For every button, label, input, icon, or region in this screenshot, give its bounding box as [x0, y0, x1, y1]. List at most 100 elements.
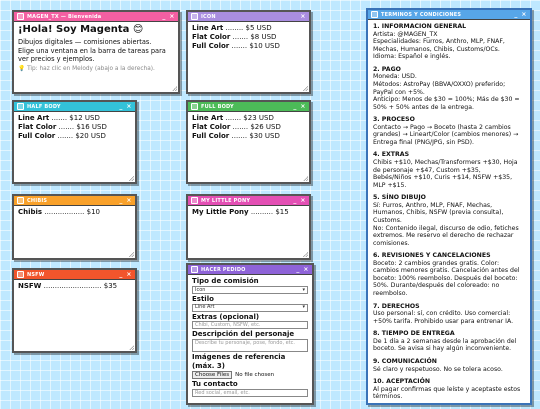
- half-body-window[interactable]: HALF BODY _ × Line Art ....... $12 USD Fl…: [12, 100, 137, 184]
- price-row: Flat Color ....... $8 USD: [192, 32, 277, 41]
- chevron-down-icon: ▾: [302, 286, 305, 293]
- price-row: Full Color ....... $20 USD: [18, 131, 106, 140]
- price-row: Line Art ........ $5 USD: [192, 24, 272, 32]
- minimize-icon[interactable]: _: [118, 197, 124, 204]
- icon-window[interactable]: ICON × Line Art ........ $5 USD Flat Col…: [186, 10, 311, 94]
- description-textarea[interactable]: Describe tu personaje, pose, fondo, etc.: [192, 339, 308, 352]
- window-title: HACER PEDIDO: [201, 266, 246, 273]
- refs-label: Imágenes de referencia (máx. 3): [192, 353, 286, 370]
- extras-input[interactable]: Chibi, Custom, NSFW, etc.: [192, 321, 308, 330]
- minimize-icon[interactable]: _: [292, 103, 298, 110]
- chibis-window[interactable]: CHIBIS _ × Chibis .................. $10: [12, 194, 137, 260]
- price-row: Line Art ....... $12 USD: [18, 114, 100, 122]
- order-window[interactable]: HACER PEDIDO _ × Tipo de comisión Icon ▾ E…: [186, 263, 314, 405]
- full-body-window[interactable]: FULL BODY _ × Line Art ....... $23 USD Fl…: [186, 100, 311, 184]
- choose-files-button[interactable]: Choose Files: [192, 370, 233, 380]
- terms-section: 5. SÍNO DIBUJO Sí: Furros, Anthro, MLP, F…: [373, 194, 519, 247]
- minimize-icon[interactable]: _: [118, 103, 124, 110]
- minimize-icon[interactable]: _: [161, 13, 167, 20]
- chevron-down-icon: ▾: [302, 304, 305, 311]
- resize-handle[interactable]: [129, 176, 134, 181]
- terms-window[interactable]: TÉRMINOS Y CONDICIONES _ × 1. INFORMACION…: [366, 8, 532, 405]
- window-title: MAGEN_TX — Bienvenida: [27, 13, 102, 20]
- full-body-titlebar[interactable]: FULL BODY _ ×: [188, 102, 309, 112]
- price-row: Chibis .................. $10: [18, 208, 101, 216]
- close-icon[interactable]: ×: [126, 271, 132, 278]
- terms-section: 10. ACEPTACIÓN Al pagar confirmas que leí…: [373, 378, 521, 401]
- contact-label: Tu contacto: [192, 380, 238, 389]
- welcome-tip: 💡 Tip: haz clic en Melody (abajo a la de…: [18, 66, 155, 73]
- price-row: Line Art ....... $23 USD: [192, 114, 274, 122]
- half-body-titlebar[interactable]: HALF BODY _ ×: [14, 102, 135, 112]
- icon-titlebar[interactable]: ICON ×: [188, 12, 309, 22]
- resize-handle[interactable]: [172, 86, 177, 91]
- minimize-icon[interactable]: _: [513, 11, 519, 18]
- extras-label: Extras (opcional): [192, 312, 260, 321]
- close-icon[interactable]: ×: [300, 103, 306, 110]
- close-icon[interactable]: ×: [521, 11, 527, 18]
- terms-titlebar[interactable]: TÉRMINOS Y CONDICIONES _ ×: [368, 10, 530, 20]
- welcome-window[interactable]: MAGEN_TX — Bienvenida _ × ¡Hola! Soy Mage…: [12, 10, 180, 94]
- window-icon: [17, 13, 24, 20]
- window-title: MY LITTLE PONY: [201, 197, 251, 204]
- style-label: Estilo: [192, 294, 214, 303]
- resize-handle[interactable]: [303, 252, 308, 257]
- price-row: Full Color ....... $10 USD: [192, 41, 280, 50]
- terms-section: 7. DERECHOS Uso personal: sí, con crédito…: [373, 302, 514, 325]
- window-icon: [191, 13, 198, 20]
- window-icon: [371, 11, 378, 18]
- minimize-icon[interactable]: _: [292, 197, 298, 204]
- close-icon[interactable]: ×: [303, 266, 309, 273]
- type-select[interactable]: Icon ▾: [192, 285, 308, 294]
- contact-input[interactable]: Red social, email, etc.: [192, 389, 308, 398]
- order-titlebar[interactable]: HACER PEDIDO _ ×: [188, 265, 312, 275]
- terms-section: 1. INFORMACION GENERAL Artista: @MAGEN_TX…: [373, 23, 505, 61]
- window-title: HALF BODY: [27, 103, 61, 110]
- window-icon: [17, 271, 24, 278]
- minimize-icon[interactable]: _: [118, 271, 124, 278]
- mlp-window[interactable]: MY LITTLE PONY _ × My Little Pony .......…: [186, 194, 311, 260]
- close-icon[interactable]: ×: [169, 13, 175, 20]
- terms-section: 8. TIEMPO DE ENTREGA De 1 día a 2 semanas…: [373, 330, 517, 353]
- smile-emoji-icon: 😊: [132, 24, 144, 35]
- welcome-line-1: Dibujos digitales — comisiones abiertas.: [18, 37, 152, 46]
- nsfw-titlebar[interactable]: NSFW _ ×: [14, 270, 135, 280]
- style-select[interactable]: Line Art ▾: [192, 303, 308, 312]
- price-row: My Little Pony .......... $15: [192, 208, 289, 216]
- close-icon[interactable]: ×: [300, 197, 306, 204]
- chibis-titlebar[interactable]: CHIBIS _ ×: [14, 196, 135, 206]
- description-label: Descripción del personaje: [192, 330, 295, 339]
- window-icon: [17, 103, 24, 110]
- close-icon[interactable]: ×: [300, 13, 306, 20]
- terms-content[interactable]: 1. INFORMACION GENERAL Artista: @MAGEN_TX…: [368, 20, 530, 409]
- file-input[interactable]: Choose Files No file chosen: [192, 370, 308, 380]
- price-row: NSFW .......................... $35: [18, 282, 118, 290]
- resize-handle[interactable]: [129, 345, 134, 350]
- price-row: Flat Color ....... $16 USD: [18, 122, 107, 131]
- price-row: Flat Color ....... $26 USD: [192, 122, 281, 131]
- window-icon: [17, 197, 24, 204]
- minimize-icon[interactable]: _: [295, 266, 301, 273]
- window-icon: [191, 197, 198, 204]
- window-icon: [191, 103, 198, 110]
- terms-section: 6. REVISIONES Y CANCELACIONES Boceto: 2 c…: [373, 252, 520, 297]
- window-title: CHIBIS: [27, 197, 48, 204]
- terms-section: 2. PAGO Moneda: USD. Métodos: AstroPay (B…: [373, 65, 520, 111]
- window-title: ICON: [201, 13, 216, 20]
- resize-handle[interactable]: [303, 176, 308, 181]
- resize-handle[interactable]: [129, 252, 134, 257]
- mlp-titlebar[interactable]: MY LITTLE PONY _ ×: [188, 196, 309, 206]
- welcome-line-2: Elige una ventana en la barra de tareas …: [18, 46, 166, 63]
- welcome-heading: ¡Hola! Soy Magenta 😊: [18, 24, 144, 35]
- window-title: NSFW: [27, 271, 45, 278]
- nsfw-window[interactable]: NSFW _ × NSFW .......................... …: [12, 268, 137, 353]
- price-row: Full Color ....... $30 USD: [192, 131, 280, 140]
- file-status: No file chosen: [235, 371, 275, 378]
- resize-handle[interactable]: [303, 86, 308, 91]
- window-title: TÉRMINOS Y CONDICIONES: [381, 11, 462, 18]
- welcome-titlebar[interactable]: MAGEN_TX — Bienvenida _ ×: [14, 12, 178, 22]
- close-icon[interactable]: ×: [126, 197, 132, 204]
- type-label: Tipo de comisión: [192, 277, 259, 285]
- close-icon[interactable]: ×: [126, 103, 132, 110]
- lightbulb-icon: 💡: [18, 66, 26, 73]
